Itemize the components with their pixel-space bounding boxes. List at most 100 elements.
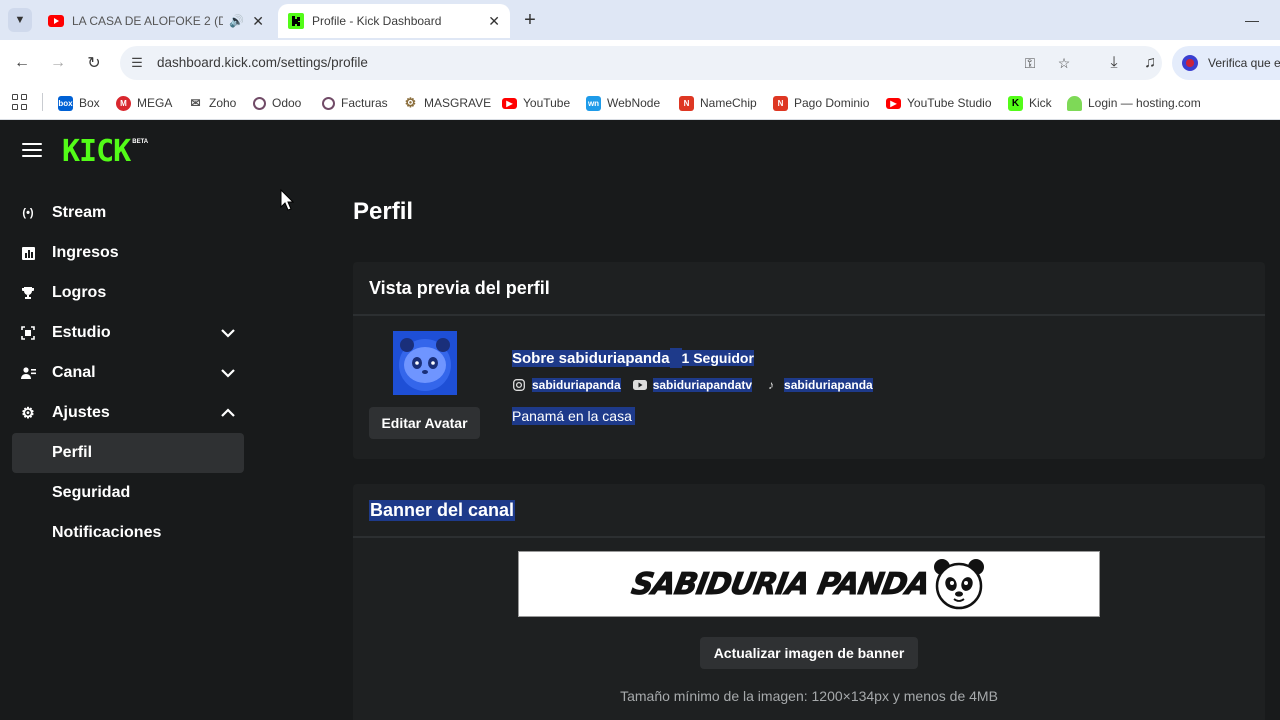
tiktok-link[interactable]: sabiduriapanda [784,378,873,392]
youtube-link[interactable]: sabiduriapandatv [652,378,753,392]
bookmark-mega[interactable]: M MEGA [116,93,172,113]
bookmark-youtube-studio[interactable]: ▶ YouTube Studio [886,93,992,113]
bookmark-label: Pago Dominio [794,96,870,110]
sidebar-item-ajustes[interactable]: ⚙ Ajustes [12,393,244,433]
bookmark-label: Zoho [209,96,237,110]
panda-face-icon [934,559,985,610]
tab-title: Profile - Kick Dashboard [312,14,442,28]
zoho-icon: ✉ [188,95,203,111]
bookmark-zoho[interactable]: ✉ Zoho [188,93,236,113]
banner-card-title: Banner del canal [369,499,516,521]
forward-button[interactable]: → [46,51,70,75]
bookmark-facturas[interactable]: Facturas [322,93,388,113]
key-icon[interactable]: ⚿ [1020,54,1040,72]
sidebar-item-logros[interactable]: Logros [12,273,244,313]
arrow-left-icon: ← [14,54,30,71]
browser-tab-kick[interactable]: Profile - Kick Dashboard ✕ [278,4,510,38]
chevron-down-icon: ▼ [14,14,26,26]
bookmark-pago-dominio[interactable]: N Pago Dominio [773,93,869,113]
bookmark-label: Login — hosting.com [1088,96,1201,110]
media-controls-button[interactable]: ♫ [1138,51,1162,75]
trophy-icon [20,285,36,301]
users-icon [20,365,36,381]
site-settings-icon[interactable]: ☰ [128,54,146,72]
namecheap-icon: N [679,95,694,111]
downloads-button[interactable]: ⤓ [1102,51,1126,75]
sidebar-item-perfil[interactable]: Perfil [12,433,244,473]
profile-chip-text: Verifica que e [1208,56,1280,70]
bookmark-kick[interactable]: K Kick [1008,93,1052,113]
mouse-cursor-icon [280,189,294,211]
bookmark-odoo[interactable]: Odoo [253,93,301,113]
studio-icon [20,325,36,341]
menu-icon[interactable] [22,143,42,159]
close-tab-icon[interactable]: ✕ [488,13,500,30]
bookmark-label: Odoo [272,96,302,110]
sidebar-item-label: Canal [52,364,96,381]
bookmark-label: NameChip [700,96,757,110]
box-icon: box [58,95,73,111]
back-button[interactable]: ← [10,51,34,75]
reload-icon: ↻ [87,55,101,72]
profile-chip[interactable]: Verifica que e [1172,46,1280,80]
close-tab-icon[interactable]: ✕ [252,13,264,30]
banner-image-text: SABIDURIA PANDA [628,566,932,602]
sidebar-item-estudio[interactable]: Estudio [12,313,244,353]
sidebar-item-stream[interactable]: (•) Stream [12,193,244,233]
edit-avatar-button[interactable]: Editar Avatar [369,407,480,439]
download-icon: ⤓ [1110,54,1118,71]
browser-tab-bar: ▼ LA CASA DE ALOFOKE 2 (DI 🔊 ✕ Profile -… [0,0,1280,40]
star-icon[interactable]: ☆ [1054,54,1074,72]
odoo-icon [322,96,335,110]
webnode-icon: wn [586,95,601,111]
speaker-icon[interactable]: 🔊 [229,14,244,28]
channel-banner-card: Banner del canal SABIDURIA PANDA Actuali… [353,484,1265,720]
sidebar-item-canal[interactable]: Canal [12,353,244,393]
bookmark-webnode[interactable]: wn WebNode [586,93,660,113]
kick-icon: K [1008,95,1023,111]
beta-badge: BETA [132,139,149,145]
kick-logo[interactable]: KICK BETA [62,137,148,167]
bookmark-masgrave[interactable]: ⚙ MASGRAVE [403,93,491,113]
youtube-icon [48,13,64,29]
bookmark-label: YouTube Studio [907,96,992,110]
card-divider [353,314,1265,316]
minimize-window-button[interactable]: — [1240,8,1264,32]
sidebar-item-notificaciones[interactable]: Notificaciones [12,513,244,553]
avatar [393,331,457,395]
banner-image: SABIDURIA PANDA [518,551,1100,617]
sidebar-item-label: Stream [52,204,107,221]
bookmark-box[interactable]: box Box [58,93,100,113]
sidebar-item-seguridad[interactable]: Seguridad [12,473,244,513]
address-bar[interactable]: ☰ dashboard.kick.com/settings/profile ⚿ … [120,46,1162,80]
bookmark-label: Box [79,96,100,110]
bookmark-youtube[interactable]: ▶ YouTube [502,93,570,113]
browser-tab-alofoke[interactable]: LA CASA DE ALOFOKE 2 (DI 🔊 ✕ [38,4,274,38]
url-text[interactable]: dashboard.kick.com/settings/profile [157,55,368,70]
sidebar-item-ingresos[interactable]: Ingresos [12,233,244,273]
new-tab-button[interactable]: + [518,8,542,32]
bookmark-hosting[interactable]: Login — hosting.com [1067,93,1201,113]
gear-icon: ⚙ [403,95,418,111]
tab-title: LA CASA DE ALOFOKE 2 (DI [72,14,224,28]
panda-avatar-icon [393,331,457,395]
bookmark-label: Kick [1029,96,1052,110]
tiktok-icon: ♪ [768,378,775,392]
chevron-down-icon [221,329,235,338]
playlist-icon: ♫ [1144,54,1156,71]
apps-grid-icon[interactable] [12,94,28,110]
bookmark-namechip[interactable]: N NameChip [679,93,757,113]
reload-button[interactable]: ↻ [82,51,106,75]
instagram-link[interactable]: sabiduriapanda [532,378,621,392]
sidebar-item-label: Estudio [52,324,111,341]
banner-size-note: Tamaño mínimo de la imagen: 1200×134px y… [620,688,998,704]
sidebar-item-label: Notificaciones [52,524,162,541]
namecheap-icon: N [773,95,788,111]
update-banner-button[interactable]: Actualizar imagen de banner [700,637,918,669]
youtube-icon: ▶ [502,97,517,109]
card-divider [353,536,1265,538]
chevron-down-icon [221,369,235,378]
tab-search-button[interactable]: ▼ [8,8,32,32]
arrow-right-icon: → [50,54,66,71]
card-title: Vista previa del perfil [369,277,550,298]
